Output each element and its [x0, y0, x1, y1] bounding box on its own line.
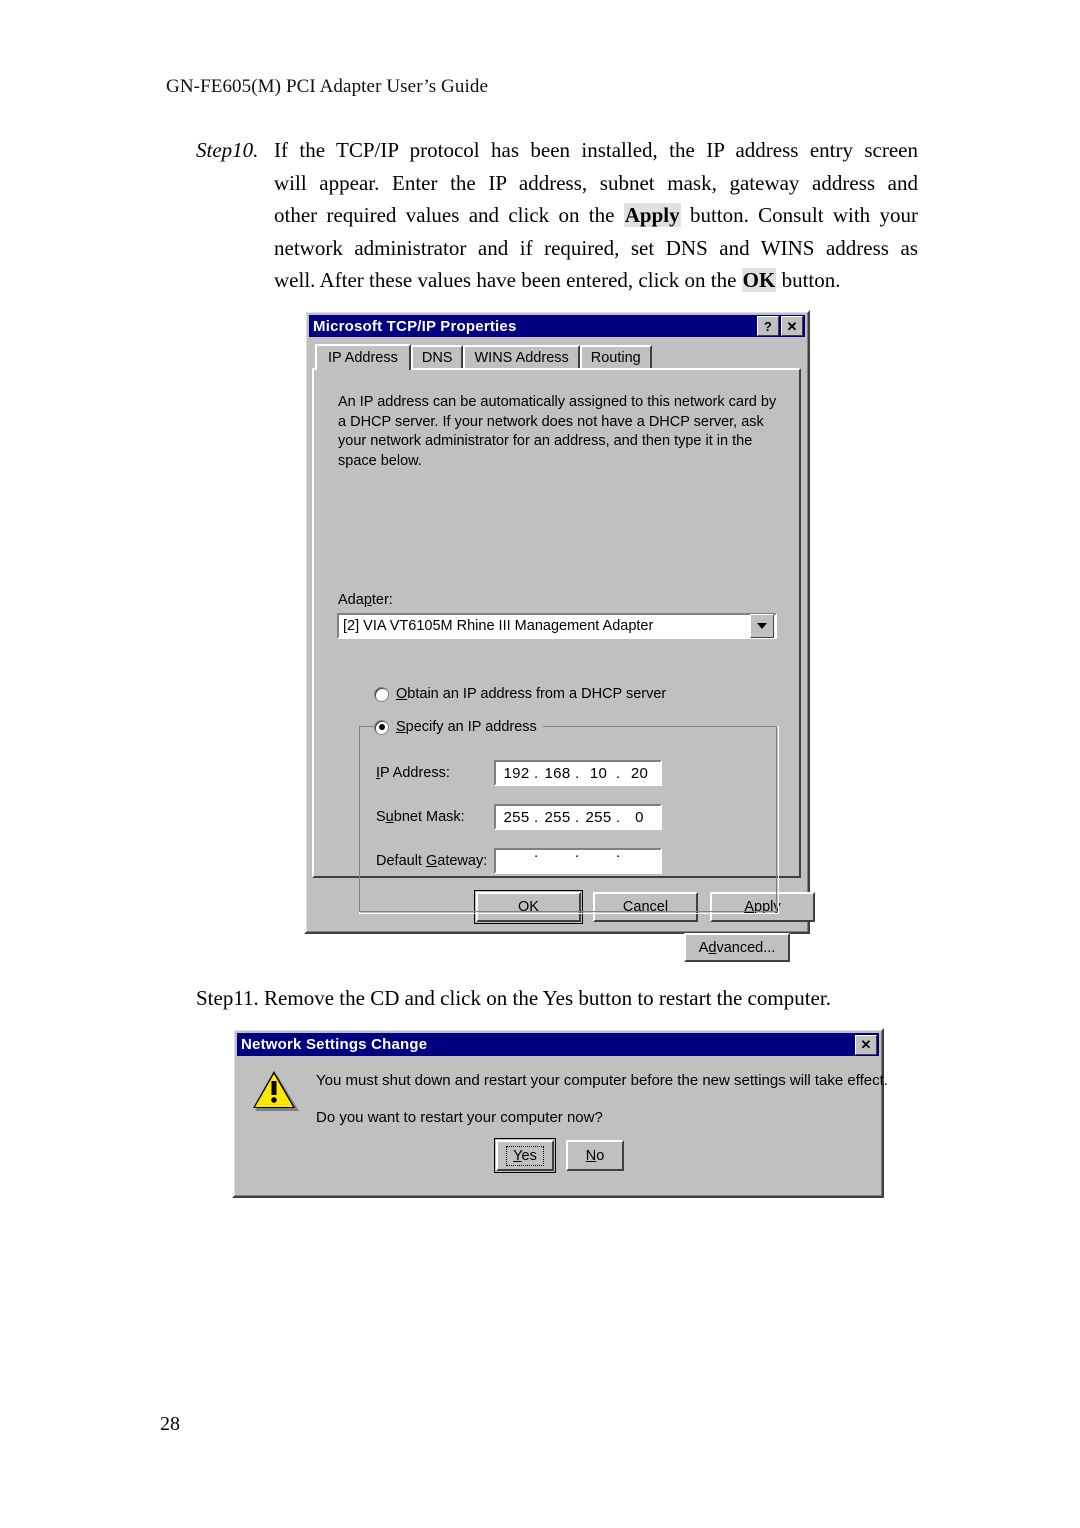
radio-specify-ip[interactable]: Specify an IP address [374, 719, 543, 735]
radio-obtain-ip-dhcp[interactable]: Obtain an IP address from a DHCP server [374, 686, 666, 702]
step10-block: Step10. If the TCP/IP protocol has been … [196, 134, 918, 297]
chevron-down-icon[interactable] [750, 614, 774, 638]
radio-specify-label: Specify an IP address [396, 719, 537, 735]
subnet-mask-field-row: Subnet Mask: 255 255 255 0 [376, 804, 662, 830]
step10-line-4: network administrator and if required, s… [274, 235, 918, 260]
ip-octet-4[interactable]: 20 [616, 765, 660, 782]
tab-dns[interactable]: DNS [410, 345, 464, 368]
advanced-button-label: Advanced... [698, 939, 776, 956]
subnet-octet-1[interactable]: 255 [496, 809, 537, 826]
step10-line-1: If the TCP/IP protocol has been installe… [274, 138, 918, 162]
subnet-mask-label: Subnet Mask: [376, 809, 465, 825]
ip-octet-2[interactable]: 168 [534, 765, 578, 782]
advanced-button[interactable]: Advanced... [684, 933, 790, 962]
yes-button[interactable]: Yes [494, 1138, 556, 1173]
netchange-message-line1: You must shut down and restart your comp… [316, 1072, 888, 1089]
step10-line5-b: button. [776, 268, 841, 292]
yes-button-focus-ring: Yes [506, 1145, 544, 1166]
ip-description-text: An IP address can be automatically assig… [338, 394, 777, 469]
ok-keyword: OK [741, 268, 777, 292]
subnet-octet-2[interactable]: 255 [534, 809, 578, 826]
warning-icon [253, 1071, 299, 1111]
step10-line5-a: well. After these values have been enter… [274, 268, 742, 292]
tab-routing[interactable]: Routing [579, 345, 652, 368]
step11-text: Step11. Remove the CD and click on the Y… [196, 986, 831, 1010]
close-icon[interactable]: ✕ [855, 1034, 877, 1055]
adapter-select[interactable]: [2] VIA VT6105M Rhine III Management Ada… [337, 613, 777, 639]
step10-line-3: other required values and click on the A… [274, 199, 918, 232]
ip-address-tab-page: An IP address can be automatically assig… [312, 368, 801, 962]
apply-keyword: Apply [623, 203, 681, 227]
close-icon[interactable]: ✕ [781, 316, 803, 336]
netchange-titlebar: Network Settings Change ✕ [237, 1033, 879, 1056]
ip-address-label: IP Address: [376, 765, 450, 781]
yes-button-label: Yes [513, 1147, 537, 1164]
netchange-dialog-inner: Network Settings Change ✕ You must shut … [234, 1030, 888, 1196]
subnet-mask-input[interactable]: 255 255 255 0 [494, 804, 662, 830]
step10-line-5: well. After these values have been enter… [274, 264, 918, 297]
tcpip-tabstrip: IP Address DNS WINS Address Routing [315, 343, 805, 370]
step10-line3-a: other required values and click on the [274, 203, 624, 227]
tcpip-title: Microsoft TCP/IP Properties [313, 317, 517, 335]
default-gateway-label: Default Gateway: [376, 853, 488, 869]
help-icon[interactable]: ? [757, 316, 779, 336]
adapter-label: Adapter: [338, 592, 393, 608]
radio-specify-indicator[interactable] [374, 719, 389, 735]
tab-ip-address[interactable]: IP Address [315, 344, 411, 370]
tcpip-dialog-inner: Microsoft TCP/IP Properties ? ✕ IP Addre… [306, 312, 815, 962]
page-number: 28 [160, 1413, 180, 1435]
no-button[interactable]: No [566, 1140, 624, 1171]
network-settings-change-dialog: Network Settings Change ✕ You must shut … [232, 1028, 888, 1198]
default-gateway-input[interactable] [494, 844, 662, 874]
netchange-dialog-buttons: Yes No [494, 1138, 624, 1173]
ip-octet-3[interactable]: 10 [575, 765, 619, 782]
subnet-octet-3[interactable]: 255 [575, 809, 619, 826]
netchange-title: Network Settings Change [241, 1036, 428, 1053]
step10-label: Step10. [196, 138, 259, 162]
radio-dhcp-label: Obtain an IP address from a DHCP server [396, 686, 667, 702]
tab-wins-address[interactable]: WINS Address [463, 345, 580, 368]
ip-address-field-row: IP Address: 192 168 10 20 [376, 760, 662, 786]
ip-address-input[interactable]: 192 168 10 20 [494, 760, 662, 786]
ip-octet-1[interactable]: 192 [496, 765, 537, 782]
step10-line-2: will appear. Enter the IP address, subne… [274, 170, 918, 195]
no-button-label: No [585, 1147, 605, 1164]
tcpip-properties-dialog: Microsoft TCP/IP Properties ? ✕ IP Addre… [304, 310, 815, 962]
step10-body: If the TCP/IP protocol has been installe… [274, 134, 918, 297]
tcpip-titlebar: Microsoft TCP/IP Properties ? ✕ [309, 315, 805, 337]
subnet-octet-4[interactable]: 0 [616, 809, 660, 826]
page-header: GN-FE605(M) PCI Adapter User’s Guide [166, 76, 488, 97]
default-gateway-field-row: Default Gateway: [376, 844, 662, 874]
step10-row: Step10. If the TCP/IP protocol has been … [196, 134, 918, 297]
radio-dhcp-indicator[interactable] [374, 686, 389, 702]
step10-line3-b: button. Consult with your [680, 203, 918, 227]
netchange-message-line2: Do you want to restart your computer now… [316, 1109, 603, 1126]
adapter-selected-value: [2] VIA VT6105M Rhine III Management Ada… [343, 618, 654, 634]
